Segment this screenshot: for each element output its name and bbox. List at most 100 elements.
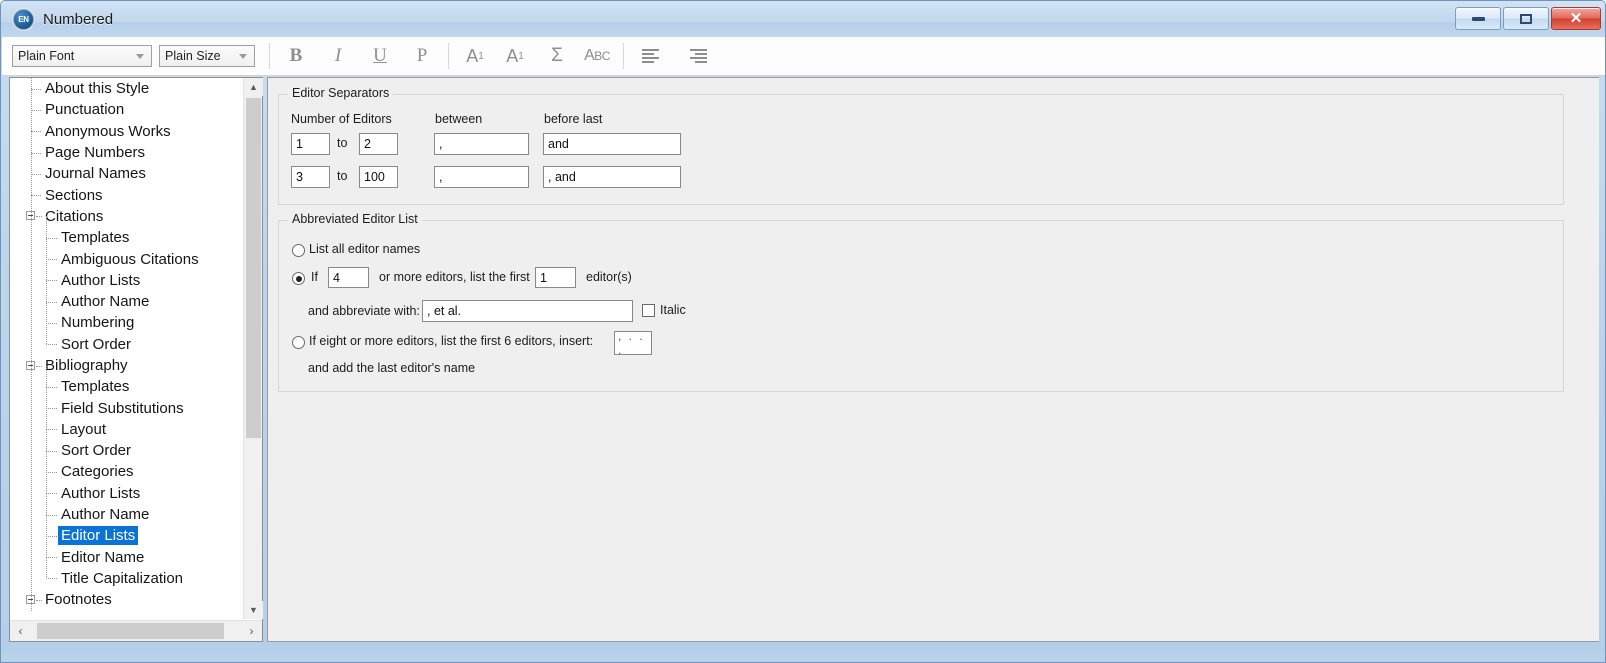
tree-vertical-scrollbar[interactable]: ▲ ▼ <box>243 78 263 619</box>
sidebar-item-sort-order[interactable]: Sort Order <box>10 334 243 355</box>
sidebar-item-label: Title Capitalization <box>61 569 183 587</box>
row2-from-input[interactable]: 3 <box>291 166 330 188</box>
tree-scrollbar-thumb[interactable] <box>246 98 261 438</box>
radio-if-threshold[interactable] <box>292 272 305 285</box>
row2-between-input[interactable]: , <box>434 166 529 188</box>
sidebar-item-label: Bibliography <box>45 357 128 374</box>
radio-list-all-editor-names[interactable] <box>292 244 305 257</box>
sidebar-item-templates[interactable]: Templates <box>10 376 243 397</box>
sidebar-item-sort-order[interactable]: Sort Order <box>10 440 243 461</box>
sidebar-item-layout[interactable]: Layout <box>10 419 243 440</box>
toolbar-divider <box>623 43 624 69</box>
sidebar-item-footnotes[interactable]: Footnotes <box>10 589 243 610</box>
row1-to-label: to <box>337 136 348 150</box>
tree-guide-line <box>31 109 41 111</box>
sidebar-item-author-lists[interactable]: Author Lists <box>10 483 243 504</box>
sidebar-item-templates[interactable]: Templates <box>10 227 243 248</box>
maximize-button[interactable] <box>1503 7 1549 30</box>
align-left-button[interactable] <box>633 42 667 70</box>
sidebar-item-editor-name[interactable]: Editor Name <box>10 547 243 568</box>
sidebar-item-label: Anonymous Works <box>45 122 171 140</box>
sidebar-item-editor-lists[interactable]: Editor Lists <box>10 525 243 546</box>
sidebar-item-label: Journal Names <box>45 165 146 183</box>
italic-checkbox[interactable] <box>642 304 655 317</box>
row1-to-input[interactable]: 2 <box>359 133 398 155</box>
tree-guide-line <box>31 152 41 154</box>
tree-guide-line <box>46 216 47 345</box>
font-size-dropdown[interactable]: Plain Size <box>159 45 255 67</box>
radio-if-eight-or-more[interactable] <box>292 336 305 349</box>
abbreviated-editor-list-group: Abbreviated Editor List List all editor … <box>278 212 1564 392</box>
abbreviated-editor-list-legend: Abbreviated Editor List <box>288 212 422 226</box>
window-title: Numbered <box>43 11 114 28</box>
tree-guide-line <box>46 429 57 431</box>
row2-before-last-input[interactable]: , and <box>543 166 681 188</box>
chevron-down-icon <box>136 54 144 59</box>
bold-button[interactable]: B <box>279 42 313 70</box>
toolbar-divider <box>269 43 270 69</box>
abbreviate-with-input[interactable]: , et al. <box>422 300 633 322</box>
threshold-input[interactable]: 4 <box>328 267 369 288</box>
sidebar-item-numbering[interactable]: Numbering <box>10 312 243 333</box>
symbol-button[interactable]: Σ <box>540 42 574 70</box>
first-count-input[interactable]: 1 <box>535 267 576 288</box>
label-if-eight-or-more: If eight or more editors, list the first… <box>309 334 594 348</box>
sidebar-item-about-this-style[interactable]: About this Style <box>10 78 243 99</box>
sidebar-item-sections[interactable]: Sections <box>10 184 243 205</box>
tree-guide-line <box>46 471 57 473</box>
tree-guide-line <box>46 450 57 452</box>
label-if-prefix: If <box>311 270 318 284</box>
editor-separators-group: Editor Separators Number of Editors betw… <box>278 86 1564 205</box>
close-button[interactable]: ✕ <box>1551 7 1601 30</box>
row2-to-input[interactable]: 100 <box>359 166 398 188</box>
scroll-left-button[interactable]: ‹ <box>10 621 31 641</box>
style-sections-tree[interactable]: About this Style Punctuation Anonymous Wor… <box>10 78 243 619</box>
scroll-up-button[interactable]: ▲ <box>244 78 263 96</box>
sidebar-item-citations[interactable]: Citations <box>10 206 243 227</box>
italic-button[interactable]: I <box>321 42 355 70</box>
sidebar-item-journal-names[interactable]: Journal Names <box>10 163 243 184</box>
maximize-icon <box>1520 13 1532 24</box>
tree-guide-line <box>46 301 57 303</box>
sidebar-item-label: About this Style <box>45 80 150 98</box>
tree-guide-line <box>36 365 42 367</box>
close-icon: ✕ <box>1569 10 1583 27</box>
sidebar-item-label: Ambiguous Citations <box>61 250 199 268</box>
sidebar-item-label: Field Substitutions <box>61 399 184 417</box>
sidebar-item-label: Numbering <box>61 314 135 332</box>
scroll-right-button[interactable]: › <box>241 621 262 641</box>
tree-horizontal-scrollbar[interactable]: ‹ › <box>10 620 262 641</box>
sidebar-item-label: Author Name <box>61 293 150 311</box>
sidebar-item-field-substitutions[interactable]: Field Substitutions <box>10 397 243 418</box>
sidebar-item-author-name[interactable]: Author Name <box>10 504 243 525</box>
spellcheck-button[interactable]: A BC <box>580 42 614 70</box>
plain-button[interactable]: P <box>405 42 439 70</box>
sidebar-item-label: Author Name <box>61 506 150 524</box>
tree-guide-line <box>46 237 57 239</box>
minimize-button[interactable] <box>1455 7 1501 30</box>
sidebar-item-bibliography[interactable]: Bibliography <box>10 355 243 376</box>
sidebar-item-title-capitalization[interactable]: Title Capitalization <box>10 568 243 589</box>
font-family-dropdown[interactable]: Plain Font <box>12 45 152 67</box>
subscript-button[interactable]: A1 <box>498 42 532 70</box>
sidebar-item-ambiguous-citations[interactable]: Ambiguous Citations <box>10 248 243 269</box>
label-list-all-editor-names: List all editor names <box>309 242 421 256</box>
tree-hscrollbar-thumb[interactable] <box>37 623 224 639</box>
align-right-button[interactable] <box>681 42 715 70</box>
underline-button[interactable]: U <box>363 42 397 70</box>
row1-before-last-input[interactable]: and <box>543 133 681 155</box>
editor-separators-legend: Editor Separators <box>288 86 394 100</box>
sidebar-item-label: Author Lists <box>61 484 141 502</box>
sidebar-item-author-name[interactable]: Author Name <box>10 291 243 312</box>
sidebar-item-punctuation[interactable]: Punctuation <box>10 99 243 120</box>
insert-separator-input[interactable]: , . . . <box>614 329 652 357</box>
row1-between-input[interactable]: , <box>434 133 529 155</box>
sidebar-item-author-lists[interactable]: Author Lists <box>10 270 243 291</box>
sidebar-item-anonymous-works[interactable]: Anonymous Works <box>10 121 243 142</box>
scroll-down-button[interactable]: ▼ <box>244 601 263 619</box>
window-body: About this Style Punctuation Anonymous Wor… <box>9 77 1599 655</box>
superscript-button[interactable]: A1 <box>458 42 492 70</box>
sidebar-item-page-numbers[interactable]: Page Numbers <box>10 142 243 163</box>
sidebar-item-categories[interactable]: Categories <box>10 461 243 482</box>
row1-from-input[interactable]: 1 <box>291 133 330 155</box>
